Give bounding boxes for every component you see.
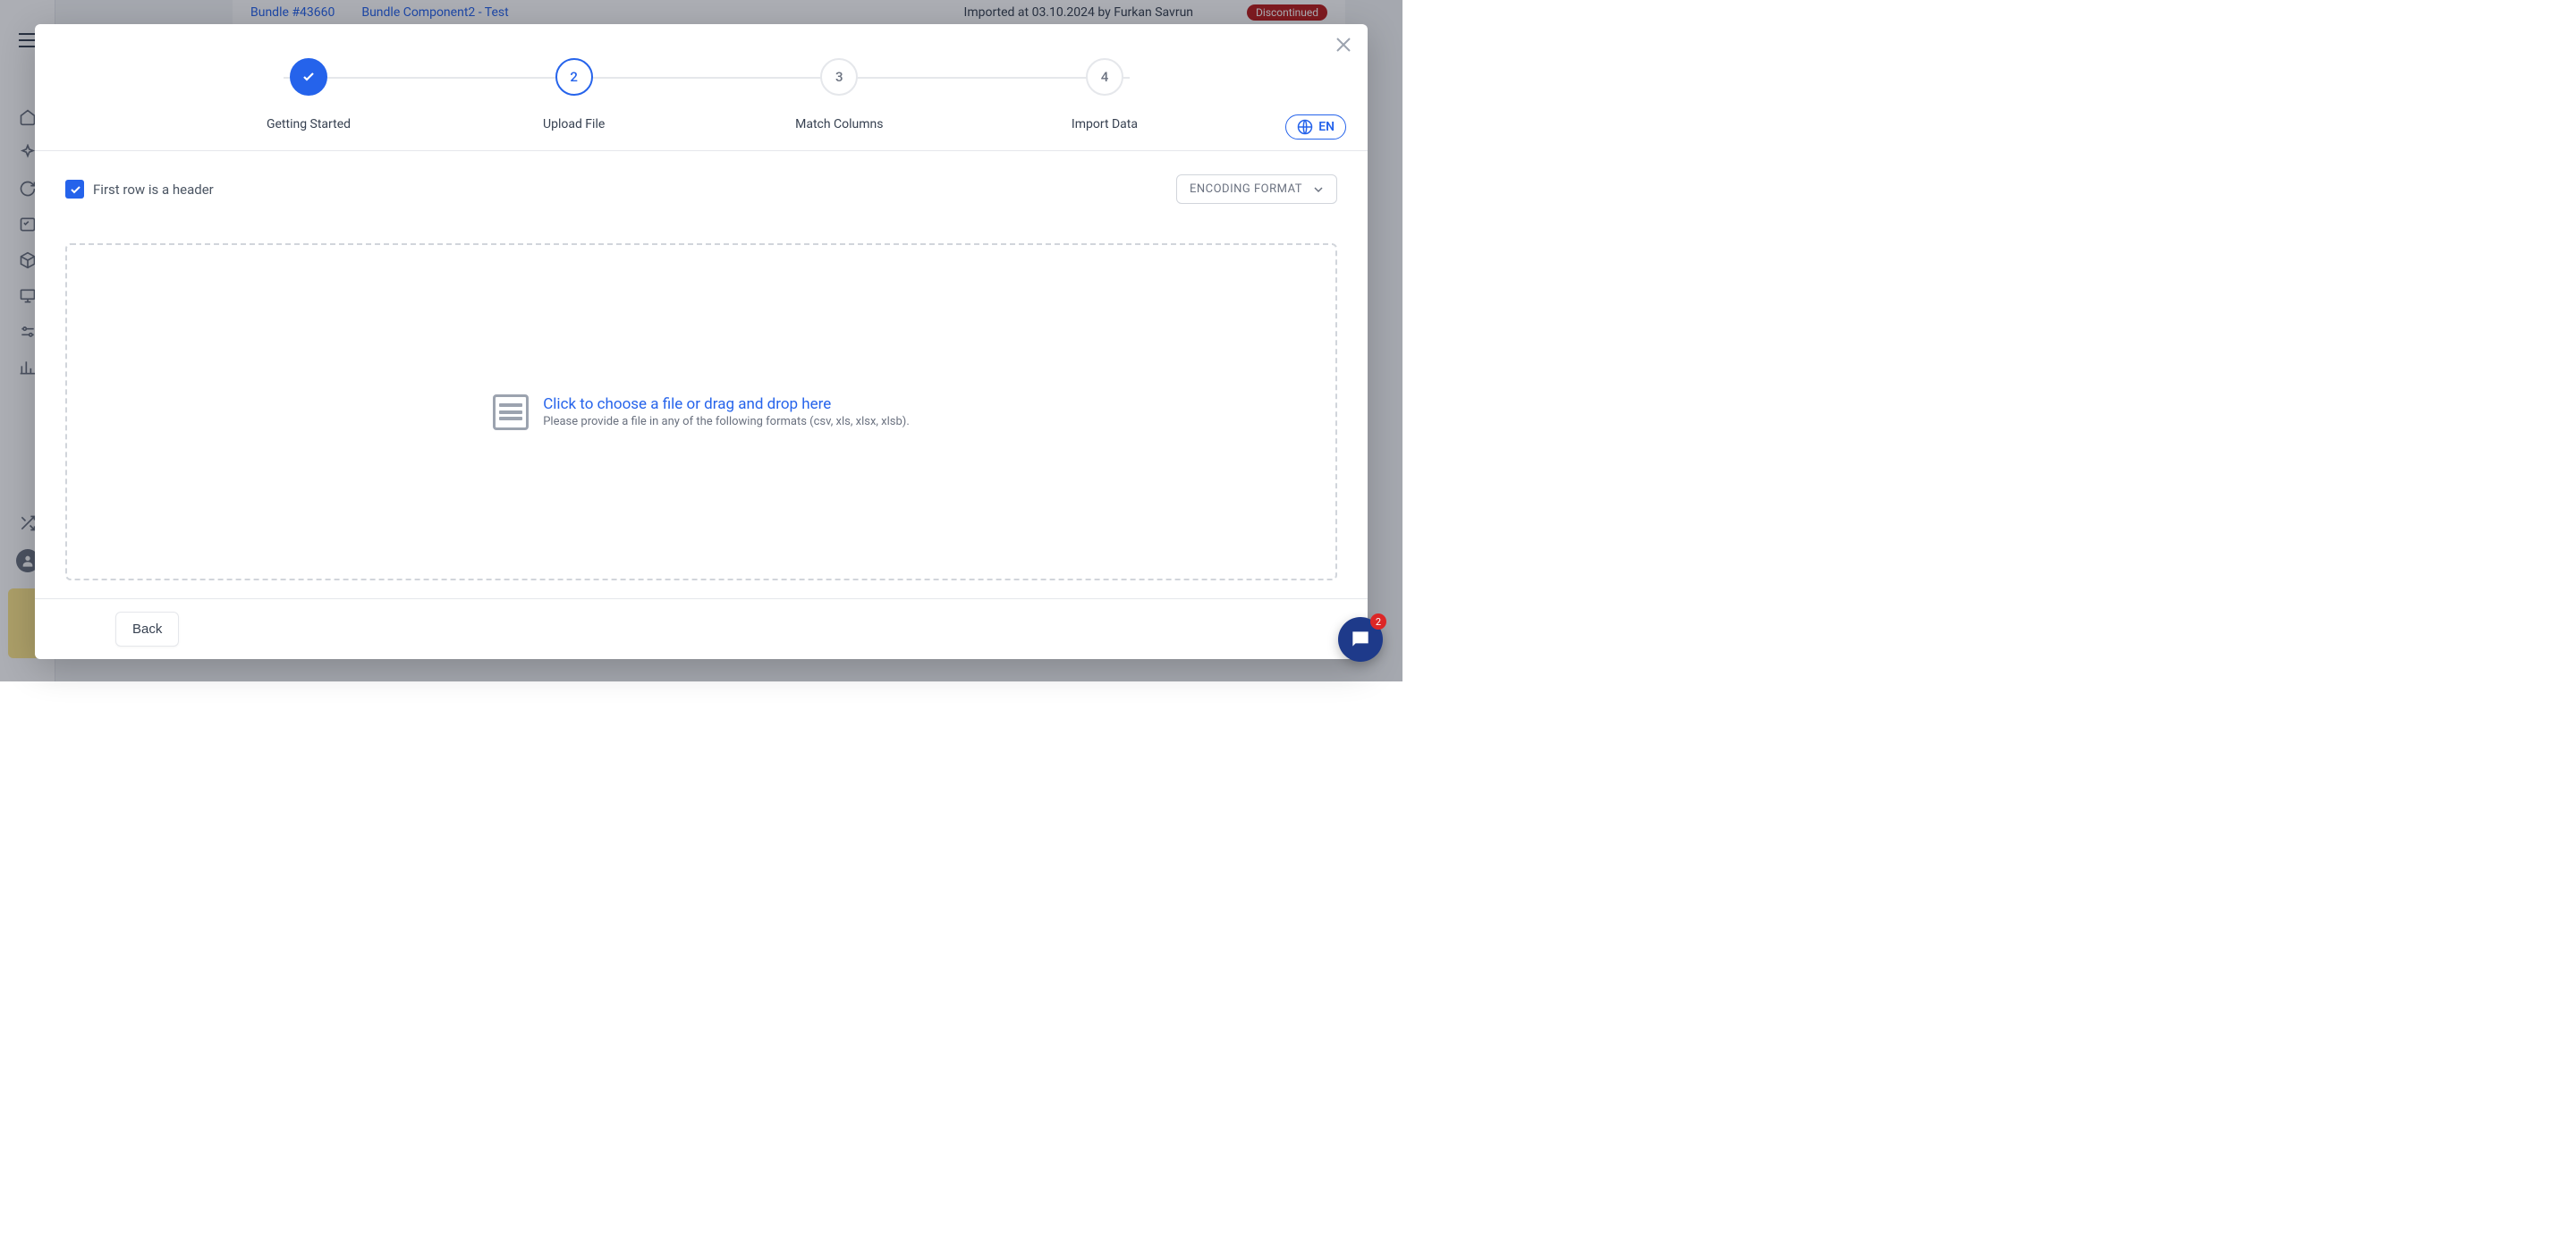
step-upload-file: 2 Upload File xyxy=(530,58,619,131)
chat-badge: 2 xyxy=(1370,613,1386,630)
step-label: Match Columns xyxy=(795,117,883,131)
step-label: Import Data xyxy=(1072,117,1138,131)
language-code: EN xyxy=(1318,120,1335,134)
stepper: Getting Started 2 Upload File 3 Match Co… xyxy=(264,58,1149,131)
back-button[interactable]: Back xyxy=(115,612,179,647)
stepper-area: Getting Started 2 Upload File 3 Match Co… xyxy=(35,24,1368,151)
modal-footer: Back xyxy=(35,598,1368,659)
checkbox-icon xyxy=(65,180,84,199)
spreadsheet-icon xyxy=(493,394,529,430)
encoding-format-select[interactable]: ENCODING FORMAT xyxy=(1176,174,1337,204)
header-row-checkbox[interactable]: First row is a header xyxy=(65,180,214,199)
file-dropzone[interactable]: Click to choose a file or drag and drop … xyxy=(65,243,1337,580)
step-circle-done xyxy=(290,58,327,96)
step-import-data: 4 Import Data xyxy=(1060,58,1149,131)
language-selector[interactable]: EN xyxy=(1285,114,1346,140)
chevron-down-icon xyxy=(1313,184,1324,195)
dropzone-title: Click to choose a file or drag and drop … xyxy=(543,395,910,413)
dropzone-content: Click to choose a file or drag and drop … xyxy=(493,394,910,430)
encoding-label: ENCODING FORMAT xyxy=(1190,182,1302,196)
modal-body: First row is a header ENCODING FORMAT Cl… xyxy=(35,151,1368,598)
dropzone-subtitle: Please provide a file in any of the foll… xyxy=(543,415,910,428)
step-circle-active: 2 xyxy=(555,58,593,96)
step-circle: 3 xyxy=(820,58,858,96)
body-top-row: First row is a header ENCODING FORMAT xyxy=(65,174,1337,204)
import-modal: Getting Started 2 Upload File 3 Match Co… xyxy=(35,24,1368,659)
checkbox-label: First row is a header xyxy=(93,182,214,198)
step-getting-started: Getting Started xyxy=(264,58,353,131)
step-label: Getting Started xyxy=(267,117,351,131)
step-label: Upload File xyxy=(543,117,605,131)
stepper-line xyxy=(284,77,1130,79)
chat-icon xyxy=(1349,628,1372,651)
step-match-columns: 3 Match Columns xyxy=(794,58,884,131)
chat-fab[interactable]: 2 xyxy=(1338,617,1383,662)
step-circle: 4 xyxy=(1086,58,1123,96)
